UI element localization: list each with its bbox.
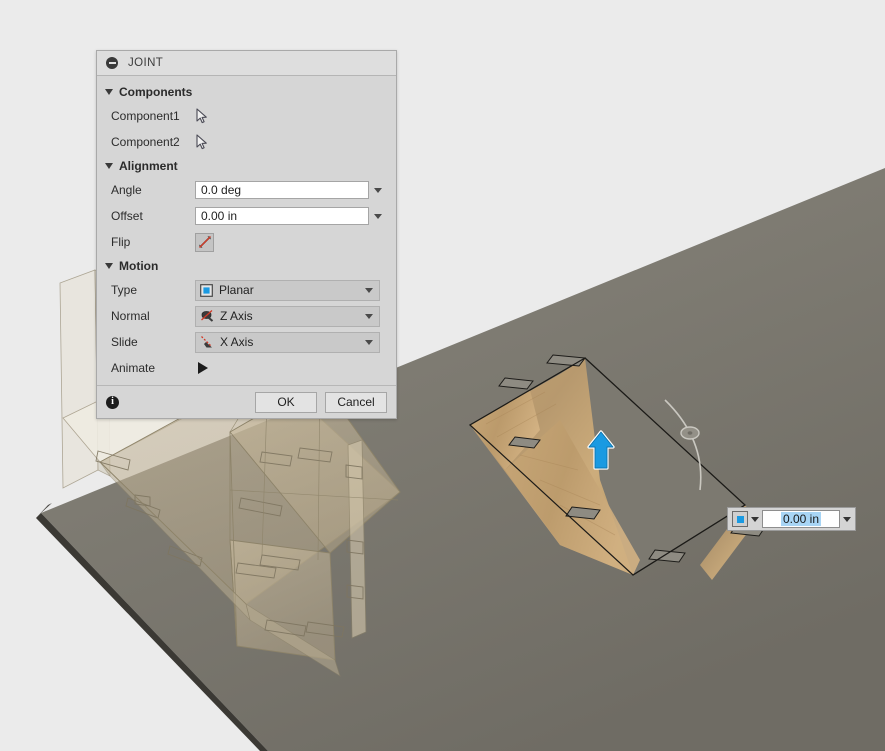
z-axis-icon [201, 310, 214, 322]
type-dropdown-caret[interactable] [365, 287, 373, 293]
row-slide: Slide X Axis [97, 329, 396, 355]
group-header-components[interactable]: Components [97, 81, 396, 103]
planar-joint-icon [732, 511, 748, 527]
row-normal: Normal Z Axis [97, 303, 396, 329]
dialog-title-bar[interactable]: JOINT [97, 51, 396, 76]
chevron-down-icon [105, 263, 113, 269]
normal-combobox[interactable]: Z Axis [195, 305, 380, 327]
manipulator-distance-value: 0.00 in [780, 512, 822, 526]
type-value: Planar [219, 283, 254, 297]
info-icon[interactable]: i [106, 395, 119, 409]
label-component1: Component1 [111, 109, 180, 123]
joint-dialog[interactable]: JOINT Components Component1 Component2 A… [96, 50, 397, 419]
label-component2: Component2 [111, 135, 180, 149]
row-angle: Angle 0.0 deg [97, 177, 396, 203]
offset-input[interactable]: 0.00 in [195, 207, 369, 225]
label-angle: Angle [111, 183, 142, 197]
chevron-down-icon [105, 89, 113, 95]
play-icon[interactable] [198, 362, 208, 374]
manipulator-type-caret[interactable] [751, 516, 759, 522]
type-combobox[interactable]: Planar [195, 279, 380, 301]
manipulator-distance-field[interactable]: 0.00 in [762, 510, 840, 528]
row-animate: Animate [97, 355, 396, 381]
group-header-alignment[interactable]: Alignment [97, 155, 396, 177]
label-offset: Offset [111, 209, 143, 223]
collapse-circle-icon[interactable] [106, 57, 118, 69]
normal-value: Z Axis [220, 309, 253, 323]
label-animate: Animate [111, 361, 156, 375]
label-normal: Normal [111, 309, 150, 323]
label-slide: Slide [111, 335, 138, 349]
planar-joint-icon [200, 283, 213, 297]
slide-dropdown-caret[interactable] [365, 339, 373, 345]
dialog-title: JOINT [128, 57, 164, 69]
row-type: Type Planar [97, 277, 396, 303]
angle-dropdown-caret[interactable] [374, 187, 382, 193]
cancel-button[interactable]: Cancel [325, 391, 387, 413]
application-window: 0.00 in JOINT Components Component1 Comp… [0, 0, 885, 751]
row-offset: Offset 0.00 in [97, 203, 396, 229]
dialog-footer: i OK Cancel [97, 385, 396, 418]
normal-dropdown-caret[interactable] [365, 313, 373, 319]
manipulator-value-input[interactable]: 0.00 in [727, 507, 856, 531]
row-component1[interactable]: Component1 [97, 103, 396, 129]
label-type: Type [111, 283, 138, 297]
group-header-motion[interactable]: Motion [97, 255, 396, 277]
slide-combobox[interactable]: X Axis [195, 331, 380, 353]
x-axis-icon [201, 336, 212, 348]
group-label-alignment: Alignment [119, 159, 178, 173]
slide-value: X Axis [220, 335, 254, 349]
offset-dropdown-caret[interactable] [374, 213, 382, 219]
flip-arrows-icon [198, 236, 211, 248]
angle-value: 0.0 deg [201, 183, 242, 197]
angle-input[interactable]: 0.0 deg [195, 181, 369, 199]
label-flip: Flip [111, 235, 131, 249]
select-cursor-icon[interactable] [195, 108, 209, 124]
group-label-motion: Motion [119, 259, 159, 273]
flip-button[interactable] [195, 232, 214, 252]
dialog-body: Components Component1 Component2 Alignme… [97, 76, 396, 385]
select-cursor-icon[interactable] [195, 134, 209, 150]
move-arrow-handle[interactable] [586, 430, 616, 472]
row-flip: Flip [97, 229, 396, 255]
row-component2[interactable]: Component2 [97, 129, 396, 155]
offset-value: 0.00 in [201, 209, 238, 223]
chevron-down-icon [105, 163, 113, 169]
ok-button[interactable]: OK [255, 391, 317, 413]
group-label-components: Components [119, 85, 193, 99]
manipulator-units-caret[interactable] [843, 516, 851, 522]
